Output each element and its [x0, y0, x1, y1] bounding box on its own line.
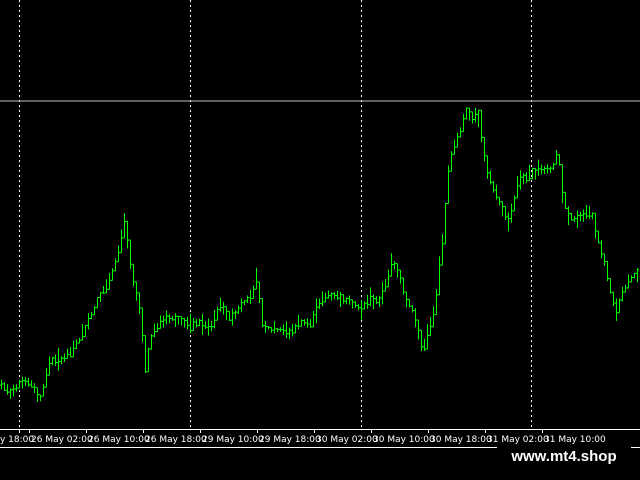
chart-background	[0, 0, 640, 480]
x-tick-label: 30 May 18:00	[430, 435, 492, 445]
x-tick-label: 26 May 18:00	[145, 435, 207, 445]
x-tick-label: 26 May 02:00	[31, 435, 93, 445]
x-tick-label: 31 May 10:00	[544, 435, 606, 445]
x-tick-label: y 18:00	[0, 435, 34, 445]
price-chart: y 18:0026 May 02:0026 May 10:0026 May 18…	[0, 0, 640, 480]
x-tick-label: 29 May 10:00	[202, 435, 264, 445]
x-tick-label: 30 May 10:00	[373, 435, 435, 445]
x-tick-label: 30 May 02:00	[316, 435, 378, 445]
watermark-text: www.mt4.shop	[497, 445, 631, 469]
x-tick-label: 31 May 02:00	[487, 435, 549, 445]
x-tick-label: 29 May 18:00	[259, 435, 321, 445]
x-tick-label: 26 May 10:00	[88, 435, 150, 445]
